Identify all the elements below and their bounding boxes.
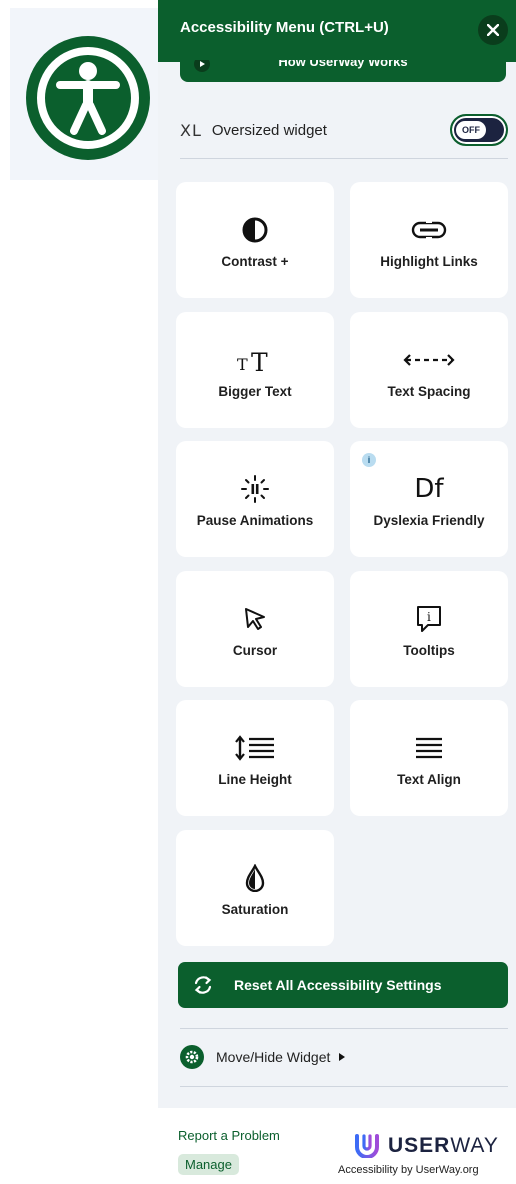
text-align-icon	[414, 730, 444, 766]
dyslexia-icon: Df	[414, 471, 443, 507]
tile-contrast[interactable]: Contrast +	[176, 182, 334, 298]
pause-animations-icon	[240, 471, 270, 507]
tile-pause-animations[interactable]: Pause Animations	[176, 441, 334, 557]
manage-button[interactable]: Manage	[178, 1154, 239, 1175]
oversized-widget-toggle[interactable]: OFF	[450, 114, 508, 146]
xl-tag: XL	[180, 120, 202, 140]
svg-text:T: T	[237, 355, 248, 374]
tile-highlight-links[interactable]: Highlight Links	[350, 182, 508, 298]
tile-bigger-text[interactable]: TT Bigger Text	[176, 312, 334, 428]
tile-text-spacing[interactable]: Text Spacing	[350, 312, 508, 428]
tile-label: Dyslexia Friendly	[373, 512, 485, 528]
dyslexia-glyph: Df	[414, 473, 444, 504]
panel-footer: Report a Problem Manage USERWAY Accessib…	[158, 1108, 516, 1184]
tile-label: Cursor	[232, 642, 278, 658]
accessibility-person-icon	[37, 47, 139, 149]
divider	[180, 158, 508, 159]
tile-text-align[interactable]: Text Align	[350, 700, 508, 816]
accessibility-launcher-button[interactable]	[26, 36, 150, 160]
tile-label: Highlight Links	[380, 253, 478, 269]
tile-label: Pause Animations	[196, 512, 314, 528]
svg-text:i: i	[427, 610, 431, 624]
oversized-widget-row: XL Oversized widget OFF	[180, 112, 508, 148]
close-icon	[487, 24, 499, 36]
link-icon	[410, 212, 448, 248]
caret-right-icon	[339, 1053, 346, 1061]
userway-logo[interactable]: USERWAY	[354, 1134, 499, 1158]
tile-label: Text Align	[397, 771, 461, 787]
userway-logo-icon	[355, 1134, 379, 1158]
tile-label: Tooltips	[403, 642, 455, 658]
tile-line-height[interactable]: Line Height	[176, 700, 334, 816]
tooltip-icon: i	[414, 601, 444, 637]
tile-label: Contrast +	[221, 253, 289, 269]
tile-dyslexia-friendly[interactable]: i Df Dyslexia Friendly	[350, 441, 508, 557]
move-hide-widget-label: Move/Hide Widget	[216, 1049, 331, 1065]
gear-icon	[180, 1045, 204, 1069]
divider	[180, 1028, 508, 1029]
close-button[interactable]	[478, 15, 508, 45]
tile-saturation[interactable]: Saturation	[176, 830, 334, 946]
wordmark-light: WAY	[450, 1134, 499, 1157]
move-hide-widget-button[interactable]: Move/Hide Widget	[180, 1043, 346, 1071]
report-problem-link[interactable]: Report a Problem	[178, 1128, 280, 1143]
tile-label: Saturation	[221, 901, 289, 917]
text-size-icon: TT	[235, 342, 275, 378]
svg-text:T: T	[251, 348, 268, 374]
oversized-widget-label: Oversized widget	[211, 121, 327, 139]
userway-tagline-link[interactable]: Accessibility by UserWay.org	[338, 1164, 479, 1176]
tile-tooltips[interactable]: i Tooltips	[350, 571, 508, 687]
toggle-state: OFF	[456, 121, 486, 139]
reset-icon	[194, 976, 212, 994]
wordmark-bold: USER	[388, 1134, 451, 1157]
panel-title: Accessibility Menu (CTRL+U)	[180, 19, 389, 36]
userway-wordmark: USERWAY	[388, 1134, 499, 1158]
divider	[180, 1086, 508, 1087]
contrast-icon	[241, 212, 269, 248]
saturation-icon	[244, 860, 266, 896]
tile-label: Text Spacing	[387, 383, 471, 399]
text-spacing-icon	[402, 342, 456, 378]
tile-label: Bigger Text	[218, 383, 292, 399]
accessibility-panel: Accessibility Menu (CTRL+U) How UserWay …	[158, 0, 516, 1184]
tile-cursor[interactable]: Cursor	[176, 571, 334, 687]
cursor-icon	[242, 601, 268, 637]
panel-header: Accessibility Menu (CTRL+U)	[158, 0, 516, 62]
tile-label: Line Height	[218, 771, 292, 787]
info-icon[interactable]: i	[362, 453, 376, 467]
reset-all-label: Reset All Accessibility Settings	[234, 977, 442, 993]
line-height-icon	[234, 730, 276, 766]
reset-all-button[interactable]: Reset All Accessibility Settings	[178, 962, 508, 1008]
